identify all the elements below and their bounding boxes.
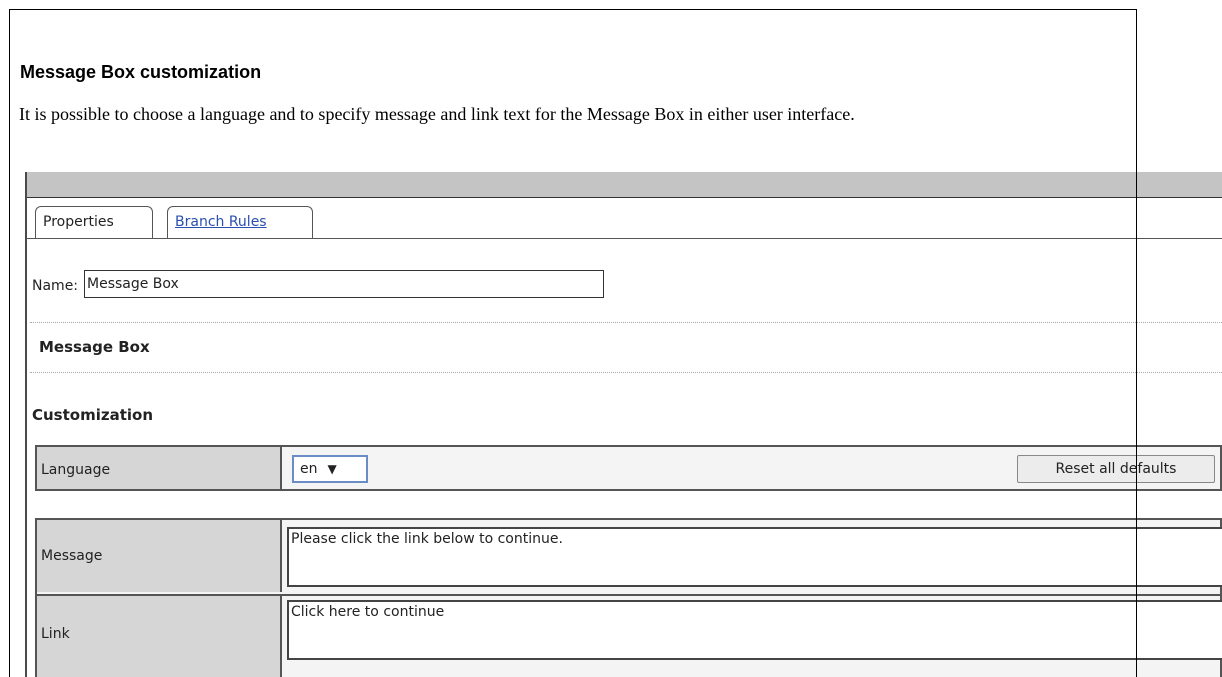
language-row: Language en ▼ Reset all defaults xyxy=(35,445,1222,491)
tab-strip-divider xyxy=(27,238,1222,239)
message-box-section-title: Message Box xyxy=(39,338,150,356)
table-row: Message Please click the link below to c… xyxy=(37,520,1222,596)
link-label: Link xyxy=(37,596,282,677)
language-select[interactable]: en ▼ xyxy=(292,455,368,483)
tab-branch-rules[interactable]: Branch Rules xyxy=(167,206,313,238)
name-input[interactable] xyxy=(84,270,604,298)
document-frame-right-overlay xyxy=(1136,172,1137,677)
section-heading: Message Box customization xyxy=(20,62,262,82)
customization-table: Message Please click the link below to c… xyxy=(35,518,1222,677)
language-select-value: en xyxy=(300,461,318,477)
screenshot-left-edge xyxy=(25,172,27,677)
message-textarea[interactable]: Please click the link below to continue. xyxy=(287,527,1222,587)
dropdown-arrow-icon: ▼ xyxy=(327,462,337,476)
name-label: Name: xyxy=(32,278,79,294)
tab-properties[interactable]: Properties xyxy=(35,206,153,238)
intro-paragraph: It is possible to choose a language and … xyxy=(19,104,855,124)
table-row: Link Click here to continue xyxy=(37,596,1222,677)
divider xyxy=(30,322,1222,323)
link-textarea[interactable]: Click here to continue xyxy=(287,600,1222,660)
screenshot-top-bar xyxy=(27,172,1222,198)
document-frame-top xyxy=(9,9,1137,10)
language-label: Language xyxy=(37,447,282,489)
document-frame-left xyxy=(9,9,10,677)
embedded-screenshot: Properties Branch Rules Name: Message Bo… xyxy=(22,172,1222,677)
customization-title: Customization xyxy=(32,406,154,424)
reset-all-defaults-button[interactable]: Reset all defaults xyxy=(1017,455,1215,483)
message-label: Message xyxy=(37,520,282,592)
divider xyxy=(30,372,1222,373)
